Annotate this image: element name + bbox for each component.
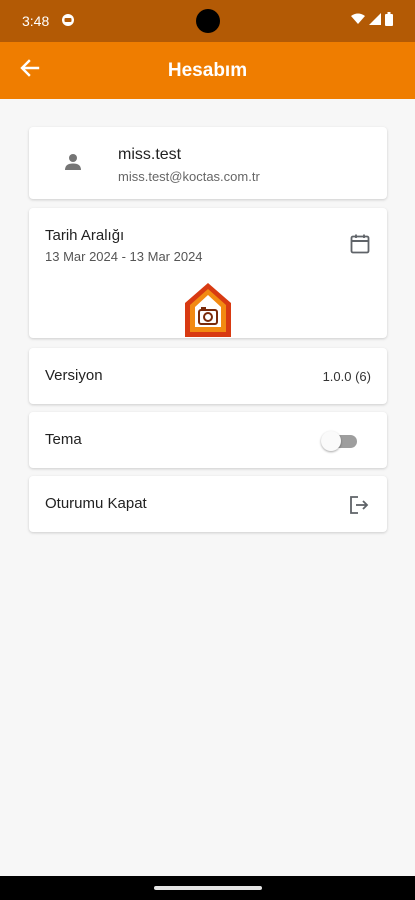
- date-range-label: Tarih Aralığı: [45, 227, 125, 244]
- camera-cutout: [196, 9, 220, 33]
- theme-toggle[interactable]: [321, 430, 359, 451]
- status-left: 3:48: [22, 13, 75, 30]
- theme-card: Tema: [29, 412, 387, 468]
- app-bar: Hesabım: [0, 42, 415, 99]
- status-right: [351, 11, 393, 31]
- profile-name: miss.test: [118, 146, 182, 163]
- calendar-icon[interactable]: [349, 233, 371, 255]
- theme-label: Tema: [45, 431, 82, 448]
- toggle-thumb: [321, 431, 341, 451]
- status-time: 3:48: [22, 13, 50, 29]
- date-range-card[interactable]: Tarih Aralığı 13 Mar 2024 - 13 Mar 2024: [29, 208, 387, 338]
- date-range-value: 13 Mar 2024 - 13 Mar 2024: [45, 249, 203, 264]
- navigation-bar: [0, 876, 415, 900]
- profile-card: miss.test miss.test@koctas.com.tr: [29, 127, 387, 199]
- battery-icon: [385, 11, 393, 31]
- person-icon: [63, 152, 83, 177]
- version-value: 1.0.0 (6): [322, 369, 371, 384]
- notification-icon: [61, 13, 75, 30]
- logout-icon[interactable]: [347, 493, 371, 517]
- profile-email: miss.test@koctas.com.tr: [118, 169, 260, 184]
- logout-card[interactable]: Oturumu Kapat: [29, 476, 387, 532]
- koctas-logo-icon: [183, 281, 233, 339]
- page-title: Hesabım: [167, 59, 248, 81]
- signal-icon: [369, 12, 381, 30]
- version-card: Versiyon 1.0.0 (6): [29, 348, 387, 404]
- logout-label: Oturumu Kapat: [45, 495, 147, 512]
- status-bar: 3:48: [0, 0, 415, 42]
- home-indicator[interactable]: [153, 886, 262, 890]
- version-label: Versiyon: [45, 367, 103, 384]
- back-button[interactable]: [14, 54, 46, 86]
- wifi-icon: [351, 12, 365, 30]
- arrow-left-icon: [20, 58, 40, 83]
